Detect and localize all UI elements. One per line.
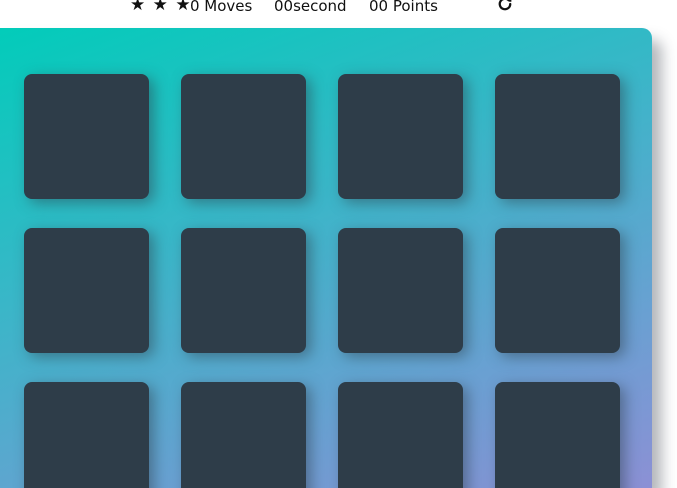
card[interactable] <box>181 382 306 488</box>
restart-icon <box>498 0 512 11</box>
restart-button[interactable] <box>496 0 514 13</box>
card[interactable] <box>24 382 149 488</box>
star-icon: ★ <box>152 0 169 15</box>
score-panel: ★ ★ ★ 0 Moves 00second 00 Points <box>0 0 677 16</box>
card[interactable] <box>181 228 306 353</box>
card[interactable] <box>338 74 463 199</box>
card[interactable] <box>338 382 463 488</box>
timer: 00second <box>274 0 347 15</box>
card[interactable] <box>338 228 463 353</box>
star-icon: ★ <box>130 0 147 15</box>
card[interactable] <box>24 228 149 353</box>
card[interactable] <box>495 228 620 353</box>
star-rating: ★ ★ ★ <box>130 0 192 15</box>
card-deck <box>0 28 652 488</box>
card[interactable] <box>495 382 620 488</box>
card[interactable] <box>181 74 306 199</box>
card[interactable] <box>495 74 620 199</box>
points-counter: 00 Points <box>369 0 438 15</box>
moves-counter: 0 Moves <box>190 0 253 15</box>
card[interactable] <box>24 74 149 199</box>
